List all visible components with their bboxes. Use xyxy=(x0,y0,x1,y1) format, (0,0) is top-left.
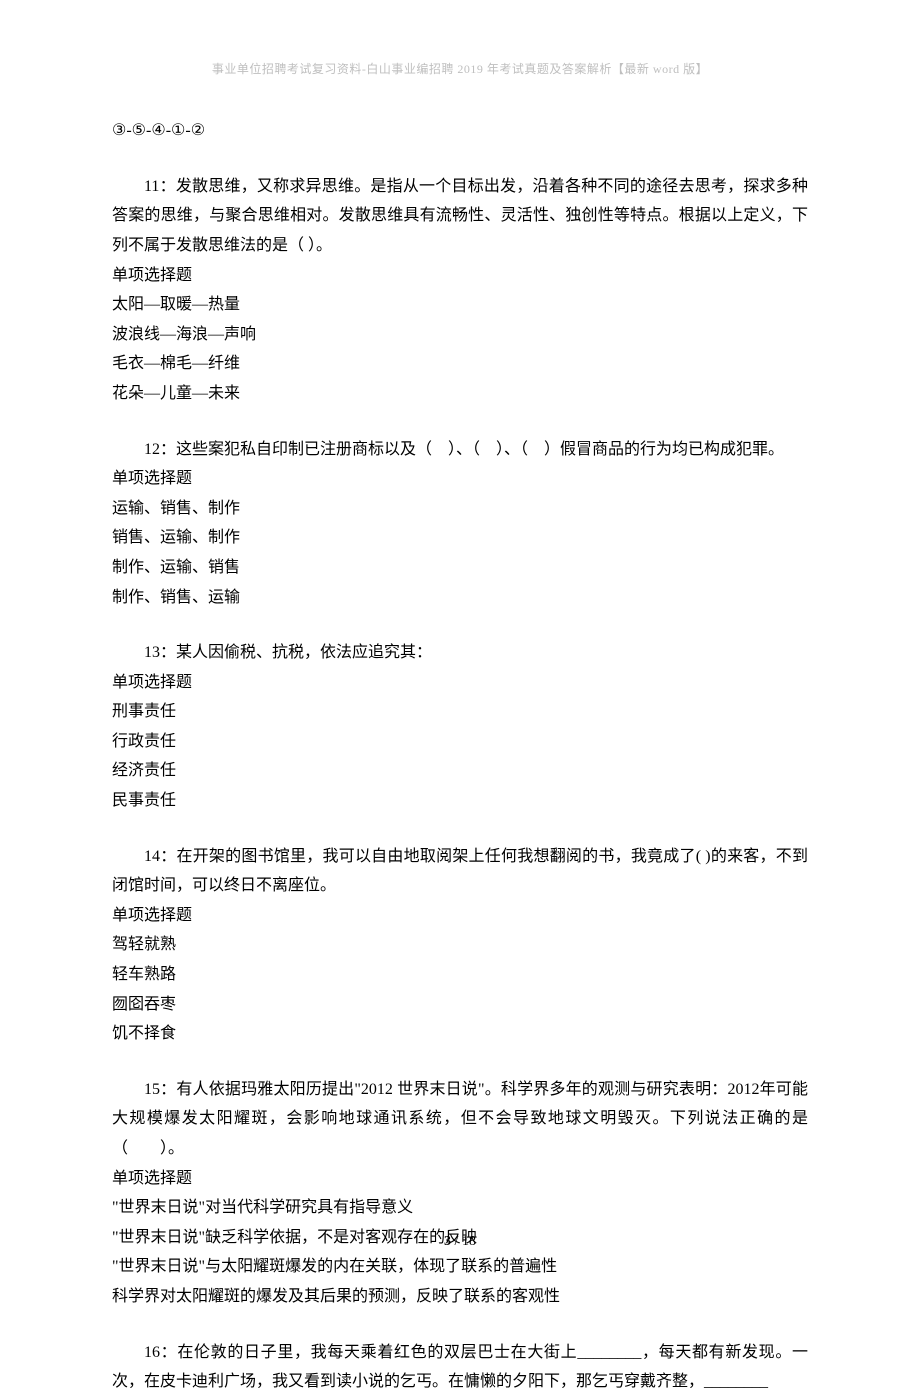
question-prompt: 14：在开架的图书馆里，我可以自由地取阅架上任何我想翻阅的书，我竟成了( )的来… xyxy=(112,842,808,901)
question-prompt: 12：这些案犯私自印制已注册商标以及（ ）、（ ）、（ ）假冒商品的行为均已构成… xyxy=(112,435,808,465)
question-prompt: 15：有人依据玛雅太阳历提出"2012 世界末日说"。科学界多年的观测与研究表明… xyxy=(112,1075,808,1164)
page-total: 18 xyxy=(462,1234,476,1249)
question-prompt: 16：在伦敦的日子里，我每天乘着红色的双层巴士在大街上________，每天都有… xyxy=(112,1338,808,1397)
question-12: 12：这些案犯私自印制已注册商标以及（ ）、（ ）、（ ）假冒商品的行为均已构成… xyxy=(112,435,808,613)
option-c: 经济责任 xyxy=(112,756,808,786)
option-a: "世界末日说"对当代科学研究具有指导意义 xyxy=(112,1193,808,1223)
option-b: 轻车熟路 xyxy=(112,960,808,990)
option-a: 刑事责任 xyxy=(112,697,808,727)
question-prompt: 13：某人因偷税、抗税，依法应追究其： xyxy=(112,638,808,668)
question-type-label: 单项选择题 xyxy=(112,668,808,698)
option-d: 科学界对太阳耀斑的爆发及其后果的预测，反映了联系的客观性 xyxy=(112,1282,808,1312)
option-b: 销售、运输、制作 xyxy=(112,523,808,553)
orphan-option-line: ③-⑤-④-①-② xyxy=(112,116,808,146)
option-d: 花朵—儿童—未来 xyxy=(112,379,808,409)
question-type-label: 单项选择题 xyxy=(112,464,808,494)
question-11: 11：发散思维，又称求异思维。是指从一个目标出发，沿着各种不同的途径去思考，探求… xyxy=(112,172,808,409)
question-prompt: 11：发散思维，又称求异思维。是指从一个目标出发，沿着各种不同的途径去思考，探求… xyxy=(112,172,808,261)
option-a: 运输、销售、制作 xyxy=(112,494,808,524)
option-d: 民事责任 xyxy=(112,786,808,816)
option-b: 行政责任 xyxy=(112,727,808,757)
option-b: 波浪线—海浪—声响 xyxy=(112,320,808,350)
question-14: 14：在开架的图书馆里，我可以自由地取阅架上任何我想翻阅的书，我竟成了( )的来… xyxy=(112,842,808,1049)
question-type-label: 单项选择题 xyxy=(112,901,808,931)
page-footer: 3 / 18 xyxy=(0,1229,920,1255)
question-16: 16：在伦敦的日子里，我每天乘着红色的双层巴士在大街上________，每天都有… xyxy=(112,1338,808,1397)
option-d: 饥不择食 xyxy=(112,1019,808,1049)
question-type-label: 单项选择题 xyxy=(112,261,808,291)
option-c: 囫囵吞枣 xyxy=(112,990,808,1020)
option-c: "世界末日说"与太阳耀斑爆发的内在关联，体现了联系的普遍性 xyxy=(112,1252,808,1282)
option-c: 制作、运输、销售 xyxy=(112,553,808,583)
question-15: 15：有人依据玛雅太阳历提出"2012 世界末日说"。科学界多年的观测与研究表明… xyxy=(112,1075,808,1312)
page-sep: / xyxy=(451,1234,462,1249)
option-d: 制作、销售、运输 xyxy=(112,583,808,613)
question-type-label: 单项选择题 xyxy=(112,1164,808,1194)
option-a: 太阳—取暖—热量 xyxy=(112,290,808,320)
option-c: 毛衣—棉毛—纤维 xyxy=(112,349,808,379)
option-a: 驾轻就熟 xyxy=(112,930,808,960)
orphan-option-block: ③-⑤-④-①-② xyxy=(112,116,808,146)
page-header: 事业单位招聘考试复习资料-白山事业编招聘 2019 年考试真题及答案解析【最新 … xyxy=(112,58,808,80)
page-current: 3 xyxy=(444,1234,451,1249)
question-13: 13：某人因偷税、抗税，依法应追究其： 单项选择题 刑事责任 行政责任 经济责任… xyxy=(112,638,808,816)
